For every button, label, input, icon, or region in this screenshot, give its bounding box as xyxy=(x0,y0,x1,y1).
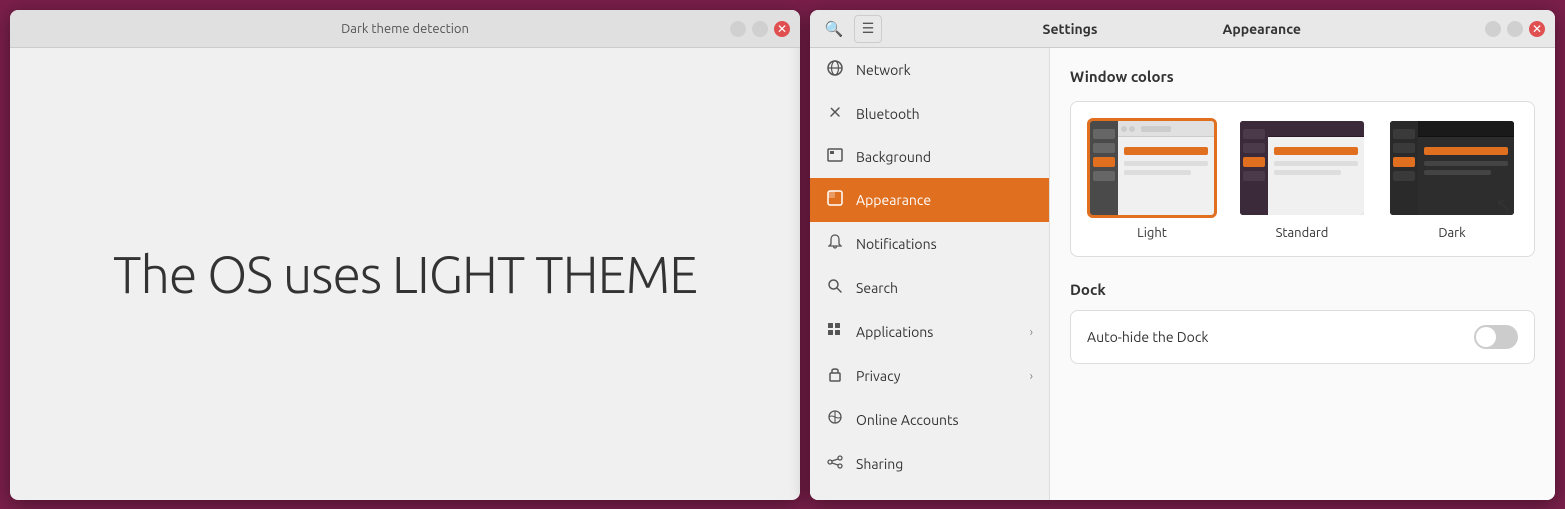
standard-theme-label: Standard xyxy=(1276,226,1329,240)
sidebar-item-search[interactable]: Search xyxy=(810,266,1049,310)
search-button[interactable]: 🔍 xyxy=(820,15,848,43)
sidebar-item-search-label: Search xyxy=(856,280,1033,296)
left-titlebar: Dark theme detection ─ □ ✕ xyxy=(10,10,800,48)
auto-hide-row: Auto-hide the Dock xyxy=(1087,325,1518,349)
right-window: 🔍 Settings ☰ Appearance ─ □ ✕ Networ xyxy=(810,10,1555,500)
theme-grid: Light xyxy=(1070,101,1535,257)
sidebar-item-notifications[interactable]: Notifications xyxy=(810,222,1049,266)
close-button[interactable]: ✕ xyxy=(774,21,790,37)
sidebar-item-bluetooth[interactable]: Bluetooth xyxy=(810,92,1049,136)
theme-option-standard[interactable]: Standard xyxy=(1237,118,1367,240)
dock-option-autohide: Auto-hide the Dock xyxy=(1070,310,1535,364)
settings-minimize-button[interactable]: ─ xyxy=(1485,21,1501,37)
window-colors-title: Window colors xyxy=(1070,68,1535,85)
sidebar-item-applications[interactable]: Applications › xyxy=(810,310,1049,354)
theme-option-light[interactable]: Light xyxy=(1087,118,1217,240)
sidebar-item-online-accounts-label: Online Accounts xyxy=(856,412,1033,428)
sidebar-item-privacy-label: Privacy xyxy=(856,368,1018,384)
settings-title: Settings xyxy=(1043,21,1098,37)
auto-hide-label: Auto-hide the Dock xyxy=(1087,329,1208,345)
appearance-title: Appearance xyxy=(1223,21,1301,37)
sharing-icon xyxy=(826,454,844,474)
main-area: Network Bluetooth Background xyxy=(810,48,1555,500)
theme-detection-text: The OS uses LIGHT THEME xyxy=(113,245,697,303)
search-icon xyxy=(826,278,844,298)
notifications-icon xyxy=(826,234,844,254)
sidebar-item-background-label: Background xyxy=(856,149,1033,165)
sidebar-item-online-accounts[interactable]: Online Accounts xyxy=(810,398,1049,442)
right-titlebar: 🔍 Settings ☰ Appearance ─ □ ✕ xyxy=(810,10,1555,48)
light-theme-preview[interactable] xyxy=(1087,118,1217,218)
online-accounts-icon xyxy=(826,410,844,430)
sidebar-item-bluetooth-label: Bluetooth xyxy=(856,106,1033,122)
network-icon xyxy=(826,60,844,80)
applications-chevron: › xyxy=(1030,326,1033,339)
sidebar-item-privacy[interactable]: Privacy › xyxy=(810,354,1049,398)
sidebar-item-sharing[interactable]: Sharing xyxy=(810,442,1049,486)
maximize-button[interactable]: □ xyxy=(752,21,768,37)
light-theme-label: Light xyxy=(1137,226,1167,240)
applications-icon xyxy=(826,322,844,342)
right-window-controls: ─ □ ✕ xyxy=(1485,21,1545,37)
sidebar-item-appearance[interactable]: Appearance xyxy=(810,178,1049,222)
settings-close-button[interactable]: ✕ xyxy=(1529,21,1545,37)
dock-title: Dock xyxy=(1070,281,1535,298)
sidebar-item-network-label: Network xyxy=(856,62,1033,78)
settings-header-left: 🔍 Settings ☰ xyxy=(810,15,1050,43)
dark-theme-label: Dark xyxy=(1438,226,1465,240)
left-window: Dark theme detection ─ □ ✕ The OS uses L… xyxy=(10,10,800,500)
sidebar-item-background[interactable]: Background xyxy=(810,136,1049,178)
left-content: The OS uses LIGHT THEME xyxy=(10,48,800,500)
sidebar-item-network[interactable]: Network xyxy=(810,48,1049,92)
left-window-controls: ─ □ ✕ xyxy=(730,21,790,37)
privacy-chevron: › xyxy=(1030,370,1033,383)
theme-option-dark[interactable]: Dark ↖ xyxy=(1387,118,1517,240)
cursor-icon: ↖ xyxy=(1496,195,1511,216)
bluetooth-icon xyxy=(826,104,844,124)
sidebar-item-appearance-label: Appearance xyxy=(856,192,1033,208)
appearance-icon xyxy=(826,190,844,210)
settings-maximize-button[interactable]: □ xyxy=(1507,21,1523,37)
sidebar: Network Bluetooth Background xyxy=(810,48,1050,500)
sidebar-item-sharing-label: Sharing xyxy=(856,456,1033,472)
dock-section: Dock Auto-hide the Dock xyxy=(1070,281,1535,364)
background-icon xyxy=(826,148,844,166)
privacy-icon xyxy=(826,366,844,386)
standard-theme-preview[interactable] xyxy=(1237,118,1367,218)
auto-hide-toggle[interactable] xyxy=(1474,325,1518,349)
menu-button[interactable]: ☰ xyxy=(854,15,882,43)
left-window-title: Dark theme detection xyxy=(341,22,469,36)
sidebar-item-applications-label: Applications xyxy=(856,324,1018,340)
sidebar-item-notifications-label: Notifications xyxy=(856,236,1033,252)
minimize-button[interactable]: ─ xyxy=(730,21,746,37)
content-area: Window colors xyxy=(1050,48,1555,500)
